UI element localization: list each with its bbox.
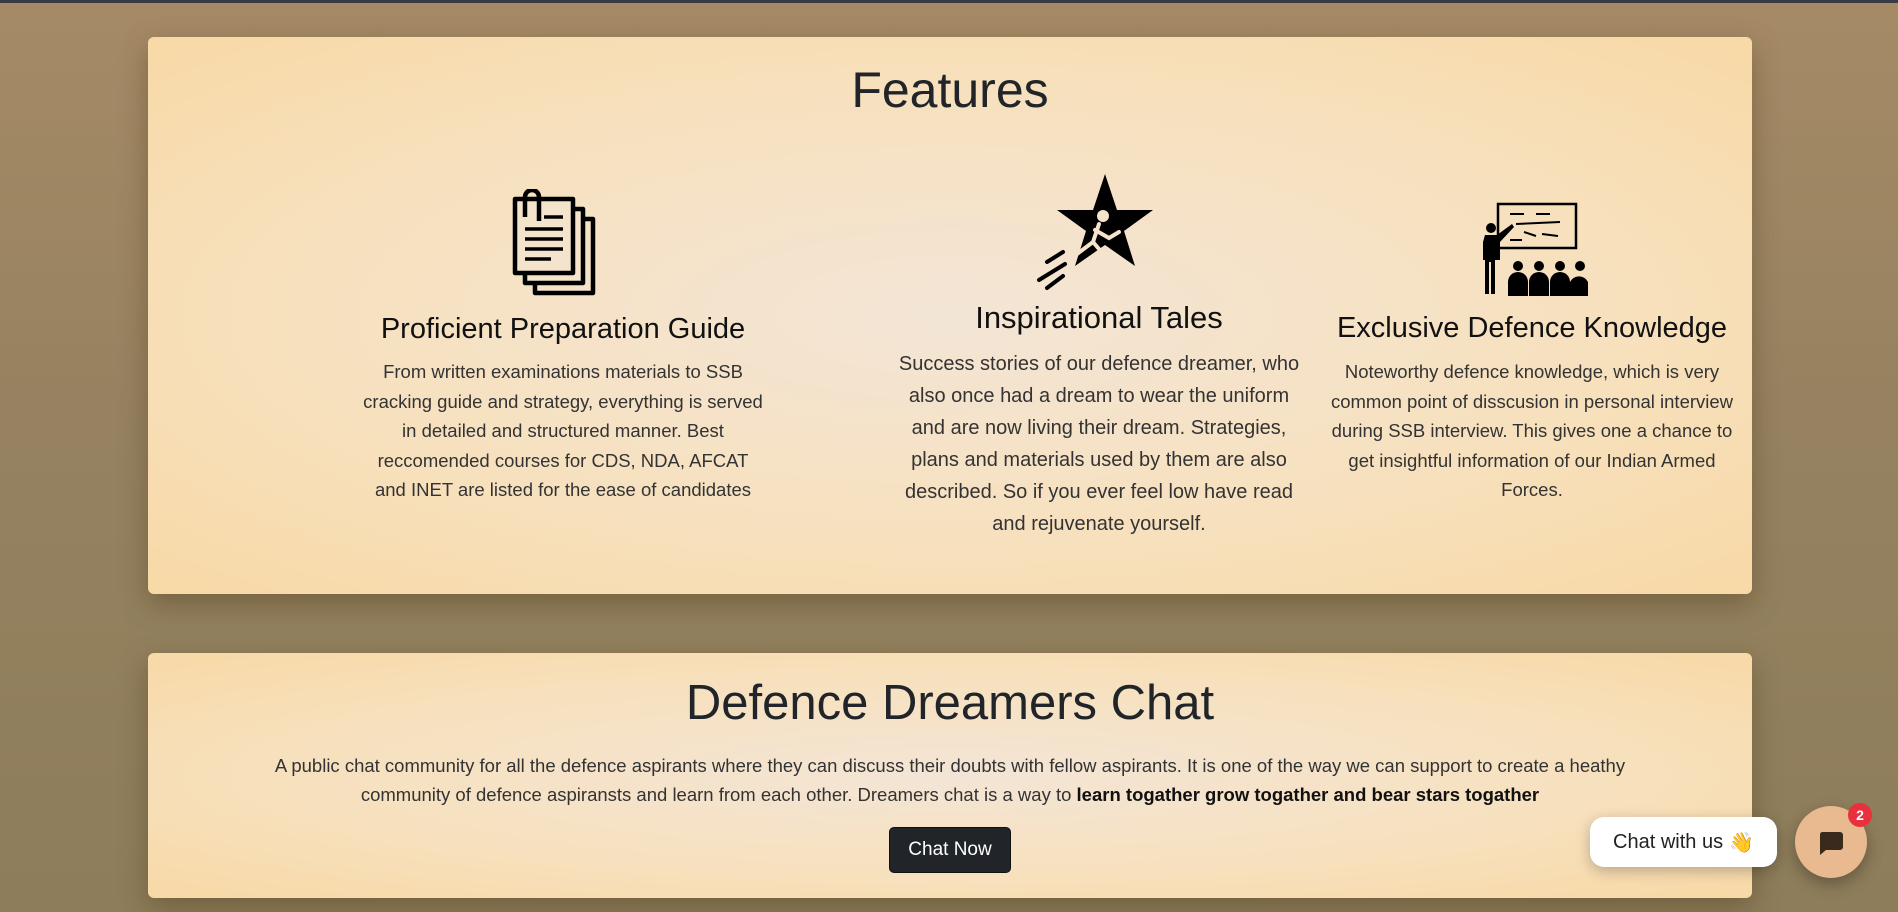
browser-top-edge bbox=[0, 0, 1898, 3]
chat-section-title: Defence Dreamers Chat bbox=[685, 676, 1215, 730]
features-section: Features Proficient Preparation Guide Fr… bbox=[148, 37, 1752, 594]
chat-section-description: A public chat community for all the defe… bbox=[228, 751, 1672, 809]
chat-section: Defence Dreamers Chat A public chat comm… bbox=[148, 653, 1752, 898]
chat-now-button[interactable]: Chat Now bbox=[889, 827, 1011, 873]
chat-bubble-icon bbox=[1819, 832, 1843, 855]
chat-description-bold: learn togather grow togather and bear st… bbox=[1076, 784, 1540, 805]
waving-hand-icon: 👋 bbox=[1729, 831, 1754, 854]
presentation-icon bbox=[1480, 202, 1588, 303]
chat-with-us-pill[interactable]: Chat with us 👋 bbox=[1590, 817, 1777, 867]
documents-icon bbox=[511, 187, 601, 306]
feature-card-defence-knowledge: Exclusive Defence Knowledge Noteworthy d… bbox=[1208, 37, 1856, 594]
chat-pill-label: Chat with us bbox=[1613, 830, 1724, 853]
feature-title: Exclusive Defence Knowledge bbox=[1336, 312, 1728, 344]
feature-description: Noteworthy defence knowledge, which is v… bbox=[1330, 361, 1734, 500]
star-runner-icon bbox=[1033, 172, 1153, 302]
unread-badge: 2 bbox=[1848, 803, 1872, 827]
